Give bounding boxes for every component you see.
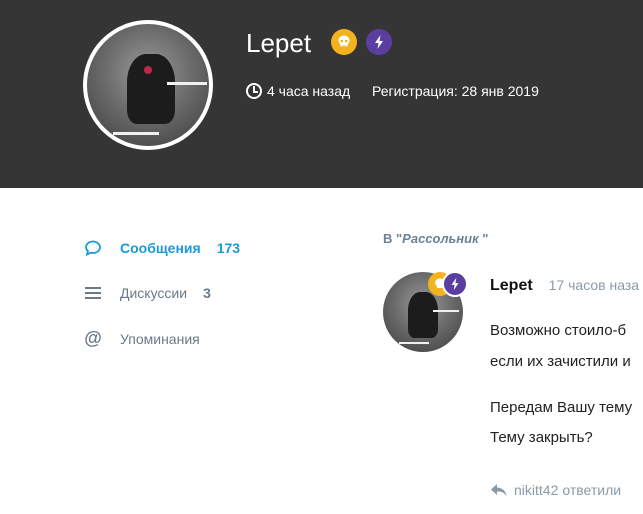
nav-item-label: Дискуссии xyxy=(120,285,188,301)
context-suffix: " xyxy=(478,231,489,246)
post-body-line: если их зачистили и xyxy=(490,353,631,370)
nav-item-label: Сообщения xyxy=(120,240,201,256)
bolt-icon xyxy=(442,271,468,297)
skull-icon[interactable] xyxy=(331,29,357,55)
bolt-icon[interactable] xyxy=(366,29,392,55)
profile-header: Lepet 4 часа назад Регистрация: 28 янв 2… xyxy=(0,0,643,188)
nav-item-label: Упоминания xyxy=(120,330,200,347)
at-icon: @ xyxy=(84,328,102,348)
clock-icon xyxy=(246,83,262,99)
post-replies[interactable]: nikitt42 ответили xyxy=(490,482,621,498)
nav-item-messages[interactable]: Сообщения 173 xyxy=(84,240,240,256)
nav-item-discussions[interactable]: Дискуссии 3 xyxy=(84,285,211,301)
nav-item-count: 3 xyxy=(203,285,211,301)
reply-action: ответили xyxy=(562,482,622,498)
context-prefix: В " xyxy=(383,231,403,246)
speech-bubble-icon xyxy=(84,240,102,256)
avatar[interactable] xyxy=(83,20,213,150)
post-body-line: Тему закрыть? xyxy=(490,429,593,446)
list-icon xyxy=(84,285,102,301)
reply-user[interactable]: nikitt42 xyxy=(514,482,558,498)
nav-item-mentions[interactable]: @ Упоминания xyxy=(84,328,200,349)
profile-username: Lepet xyxy=(246,28,312,58)
last-seen-text: 4 часа назад xyxy=(267,83,351,99)
post-body-line: Передам Вашу тему xyxy=(490,399,633,416)
discussion-link[interactable]: Рассольник xyxy=(402,231,479,246)
reply-icon xyxy=(491,484,507,496)
nav-item-count: 173 xyxy=(216,240,241,256)
post-time[interactable]: 17 часов наза xyxy=(549,277,639,293)
post-body-line: Возможно стоило-б xyxy=(490,322,627,339)
post-discussion-context: В "Рассольник " xyxy=(383,231,488,246)
last-seen: 4 часа назад xyxy=(246,83,350,99)
registration-date: Регистрация: 28 янв 2019 xyxy=(372,83,539,99)
post-header: Lepet 17 часов наза xyxy=(490,277,639,295)
post-author[interactable]: Lepet xyxy=(490,277,533,295)
